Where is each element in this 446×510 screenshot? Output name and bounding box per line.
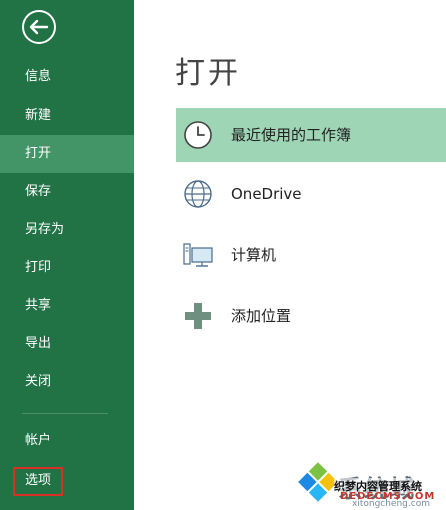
computer-icon (183, 243, 213, 267)
globe-icon (184, 180, 212, 208)
nav-item-save[interactable]: 保存 (0, 173, 134, 211)
plus-icon (185, 303, 211, 329)
nav-item-share[interactable]: 共享 (0, 287, 134, 325)
watermark-url: xitongcheng.com (352, 499, 430, 509)
nav-item-export[interactable]: 导出 (0, 325, 134, 363)
option-onedrive[interactable]: OneDrive (176, 167, 446, 221)
clock-icon (184, 121, 212, 149)
sidebar: 信息 新建 打开 保存 另存为 打印 共享 导出 关闭 帐户 选项 (0, 0, 134, 510)
back-button[interactable] (21, 9, 57, 45)
nav-item-new[interactable]: 新建 (0, 97, 134, 135)
back-arrow-icon (22, 10, 56, 44)
option-label: 计算机 (231, 246, 277, 264)
nav-item-open[interactable]: 打开 (0, 135, 134, 173)
option-label: 添加位置 (231, 307, 292, 325)
nav-item-print[interactable]: 打印 (0, 249, 134, 287)
option-label: 最近使用的工作簿 (231, 126, 352, 144)
option-add-place[interactable]: 添加位置 (176, 289, 446, 343)
nav-item-save-as[interactable]: 另存为 (0, 211, 134, 249)
option-computer[interactable]: 计算机 (176, 228, 446, 282)
option-label: OneDrive (231, 185, 302, 203)
page-title: 打开 (175, 56, 241, 91)
nav-item-close[interactable]: 关闭 (0, 363, 134, 401)
option-recent-workbooks[interactable]: 最近使用的工作簿 (176, 108, 446, 162)
nav-item-info[interactable]: 信息 (0, 58, 134, 96)
options-highlight-box (13, 467, 63, 496)
nav-item-account[interactable]: 帐户 (0, 422, 134, 460)
sidebar-divider (22, 413, 108, 414)
